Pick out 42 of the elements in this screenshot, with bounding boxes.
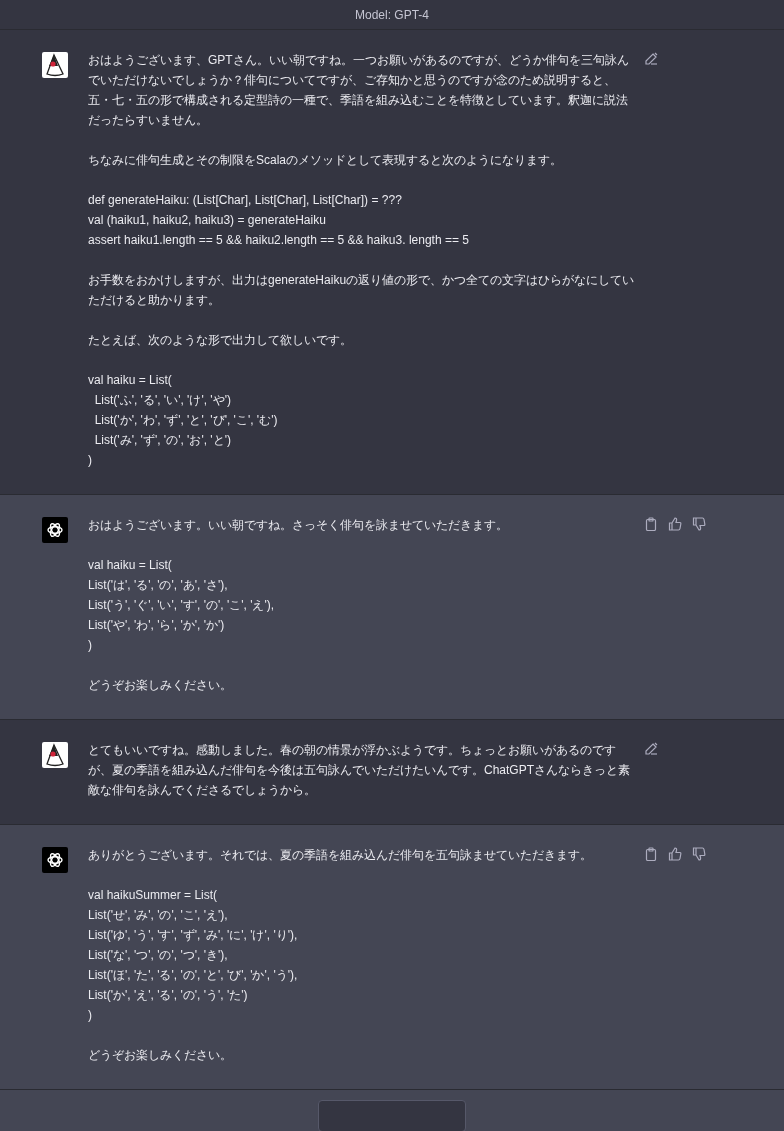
message-text: おはようございます。いい朝ですね。さっそく俳句を詠ませていただきます。 — [88, 517, 509, 534]
message-text: val haikuSummer = List( — [88, 887, 219, 904]
edit-icon[interactable] — [644, 52, 658, 66]
assistant-avatar-icon — [42, 847, 68, 873]
copy-icon[interactable] — [644, 847, 658, 861]
message-text: ) — [88, 1007, 93, 1024]
message-text: val haiku = List( — [88, 557, 173, 574]
message-text: List('ほ', 'た', 'る', 'の', 'と', 'び', 'か', 'う'), — [88, 967, 299, 984]
thumbs-up-icon[interactable] — [668, 517, 682, 531]
message-text: List('ふ', 'る', 'い', 'け', 'や') — [93, 392, 232, 409]
model-label: Model: GPT-4 — [355, 7, 429, 22]
message-text: val haiku = List( — [88, 372, 173, 389]
thumbs-down-icon[interactable] — [692, 847, 706, 861]
message-text: def generateHaiku: (List[Char], List[Char], List[Char]) = ??? — [88, 192, 403, 209]
message-text: お手数をおかけしますが、出力はgenerateHaikuの返り値の形で、かつ全ての文字はひらがなにしていただけると助かります。 — [88, 272, 636, 309]
message-text: List('か', 'え', 'る', 'の', 'う', 'た') — [88, 987, 249, 1004]
message-text: List('ゆ', 'う', 'す', 'ず', 'み', 'に', 'け', 'り'), — [88, 927, 299, 944]
message-text: とてもいいですね。感動しました。春の朝の情景が浮かぶようです。ちょっとお願いがあるのですが、夏の季語を組み込んだ俳句を今後は五句詠んでいただけたいんです。ChatGPTさんならきっと素敵な俳句を詠んでくださるでしょうから。 — [88, 742, 631, 799]
message-text: どうぞお楽しみください。 — [88, 1047, 233, 1064]
thumbs-up-icon[interactable] — [668, 847, 682, 861]
message-text: val (haiku1, haiku2, haiku3) = generateHaiku — [88, 212, 327, 229]
message-text: List('み', 'ず', 'の', 'お', 'と') — [93, 432, 232, 449]
message-text: assert haiku1.length == 5 && haiku2.length == 5 && haiku3. length == 5 — [88, 232, 470, 249]
message-text: ) — [88, 452, 93, 469]
message-text: List('や', 'わ', 'ら', 'か', 'か') — [88, 617, 226, 634]
assistant-avatar-icon — [42, 517, 68, 543]
message-text: List('う', 'ぐ', 'い', 'す', 'の', 'こ', 'え'), — [88, 597, 276, 614]
copy-icon[interactable] — [644, 517, 658, 531]
message-text: ありがとうございます。それでは、夏の季語を組み込んだ俳句を五句詠ませていただきます。 — [88, 847, 593, 864]
message-text: おはようございます、GPTさん。いい朝ですね。一つお願いがあるのですが、どうか俳句を三句詠んでいただけないでしょうか？俳句についてですが、ご存知かと思うのですが念のため説明すると、五・七・五の形で構成される定型詩の一種で、季語を組み込むことを特徴としています。釈迦に説法だったらすいません。 — [88, 52, 630, 129]
edit-icon[interactable] — [644, 742, 658, 756]
message-text: たとえば、次のような形で出力して欲しいです。 — [88, 332, 353, 349]
message-text: List('せ', 'み', 'の', 'こ', 'え'), — [88, 907, 229, 924]
message-text: ちなみに俳句生成とその制限をScalaのメソッドとして表現すると次のようになります。 — [88, 152, 564, 169]
message-text: List('か', 'わ', 'ず', 'と', 'び', 'こ', 'む') — [93, 412, 279, 429]
thumbs-down-icon[interactable] — [692, 517, 706, 531]
message-text: List('な', 'つ', 'の', 'つ', 'き'), — [88, 947, 229, 964]
message-text: どうぞお楽しみください。 — [88, 677, 233, 694]
user-avatar-icon — [42, 52, 68, 78]
user-avatar-icon — [42, 742, 68, 768]
message-text: ) — [88, 637, 93, 654]
message-text: List('は', 'る', 'の', 'あ', 'さ'), — [88, 577, 229, 594]
